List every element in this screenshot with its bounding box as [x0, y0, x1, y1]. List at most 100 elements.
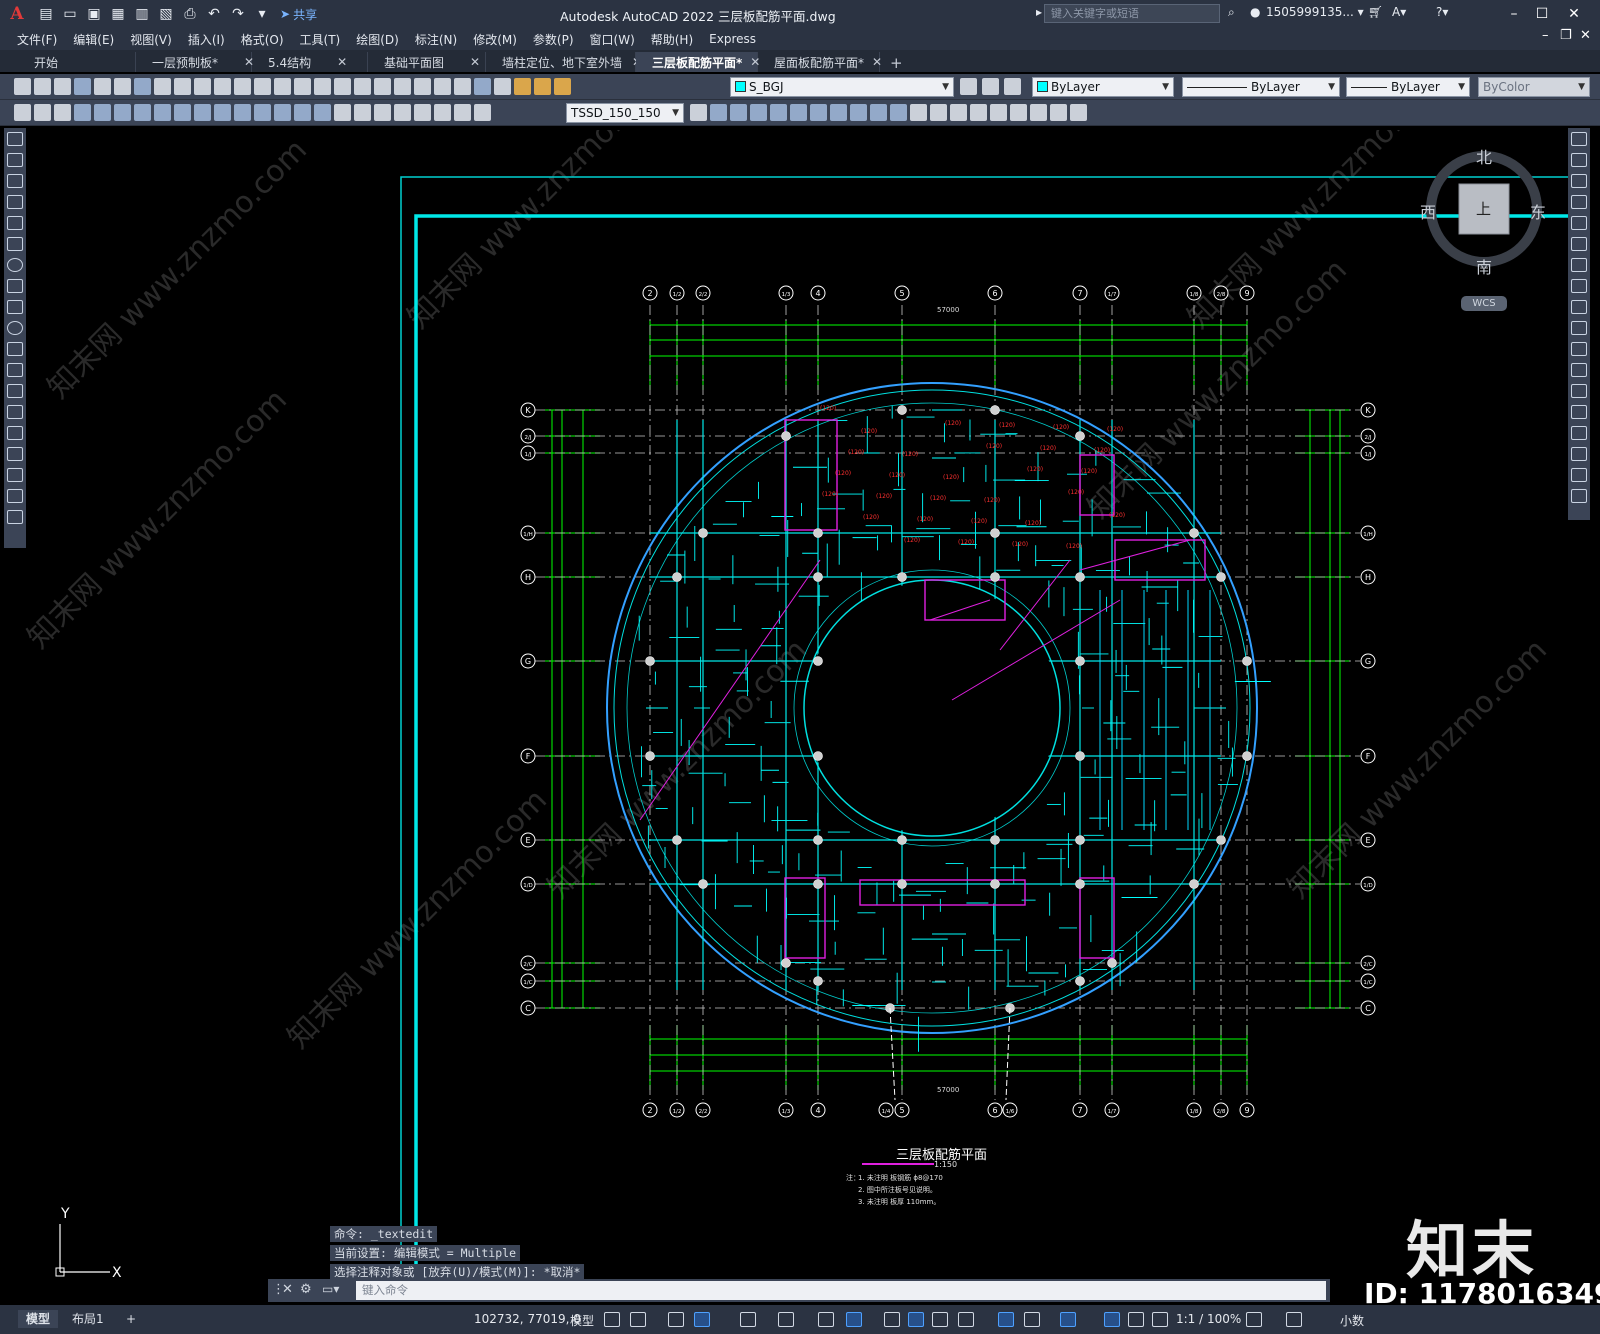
- lineweight-dropdown[interactable]: ByLayer ▼: [1346, 77, 1470, 97]
- isodraft-icon[interactable]: [778, 1312, 794, 1327]
- dim-arc-icon[interactable]: [114, 104, 131, 121]
- ucs-face-icon[interactable]: [1070, 104, 1087, 121]
- command-input[interactable]: 键入命令: [356, 1281, 1326, 1300]
- nw-iso-icon[interactable]: [890, 104, 907, 121]
- viewcube-west[interactable]: 西: [1420, 199, 1436, 223]
- model-space-toggle[interactable]: 模型: [570, 1312, 594, 1329]
- offset-icon[interactable]: [1571, 195, 1587, 209]
- maximize-button[interactable]: ☐: [1530, 3, 1554, 25]
- layer-dropdown[interactable]: S_BGJ ▼: [730, 77, 954, 97]
- menu-view[interactable]: 视图(V): [125, 31, 183, 48]
- ortho-icon[interactable]: [694, 1312, 710, 1327]
- undo-icon[interactable]: ↶: [204, 4, 224, 24]
- camera-icon[interactable]: [910, 104, 927, 121]
- erase-icon[interactable]: [1571, 132, 1587, 146]
- break-icon[interactable]: [1571, 384, 1587, 398]
- region-icon[interactable]: [7, 468, 23, 482]
- quick-dim-icon[interactable]: [234, 104, 251, 121]
- share-button[interactable]: ➤ 共享: [280, 6, 317, 23]
- annotation-monitor-icon[interactable]: [1286, 1312, 1302, 1327]
- dim-continue-icon[interactable]: [274, 104, 291, 121]
- doc-close-button[interactable]: ✕: [1580, 28, 1591, 43]
- autocad-logo-icon[interactable]: A: [0, 0, 34, 28]
- dim-style-icon[interactable]: [690, 104, 707, 121]
- array-icon[interactable]: [1571, 216, 1587, 230]
- close-icon[interactable]: ✕: [282, 1282, 293, 1297]
- dim-radius-icon[interactable]: [154, 104, 171, 121]
- new-tab-icon[interactable]: +: [880, 54, 913, 72]
- dim-break-icon[interactable]: [314, 104, 331, 121]
- ucs-icon[interactable]: [1010, 104, 1027, 121]
- fillet-icon[interactable]: [1571, 447, 1587, 461]
- infer-constraints-icon[interactable]: [668, 1312, 684, 1327]
- minimize-button[interactable]: –: [1502, 3, 1526, 25]
- jogged-linear-icon[interactable]: [394, 104, 411, 121]
- open-icon[interactable]: [34, 78, 51, 95]
- publish-icon[interactable]: ▥: [132, 4, 152, 24]
- ellipse-arc-icon[interactable]: [7, 342, 23, 356]
- cut-icon[interactable]: [154, 78, 171, 95]
- polyline-icon[interactable]: [7, 174, 23, 188]
- match-prop-icon[interactable]: [214, 78, 231, 95]
- dynamic-ucs-icon[interactable]: [998, 1312, 1014, 1327]
- tool-palette-icon[interactable]: [394, 78, 411, 95]
- close-icon[interactable]: ✕: [337, 55, 347, 69]
- break-point-icon[interactable]: [1571, 363, 1587, 377]
- chamfer-icon[interactable]: [1571, 426, 1587, 440]
- visual-style-2d-icon[interactable]: [930, 104, 947, 121]
- tab-layout1[interactable]: 布局1: [64, 1310, 112, 1328]
- add-layout-icon[interactable]: +: [118, 1310, 144, 1328]
- viewcube-north[interactable]: 北: [1476, 144, 1492, 168]
- tolerance-icon[interactable]: [334, 104, 351, 121]
- join-icon[interactable]: [1571, 405, 1587, 419]
- plotstyle-dropdown[interactable]: ByColor ▼: [1478, 77, 1590, 97]
- ucs-world-icon[interactable]: [1030, 104, 1047, 121]
- layer-previous-icon[interactable]: [960, 78, 977, 95]
- viewcube-east[interactable]: 东: [1530, 199, 1546, 223]
- new-file-icon[interactable]: ▤: [36, 4, 56, 24]
- linetype-dropdown[interactable]: ByLayer ▼: [1182, 77, 1340, 97]
- auto-scale-icon[interactable]: [1128, 1312, 1144, 1327]
- export-icon[interactable]: ▧: [156, 4, 176, 24]
- arc-icon[interactable]: [7, 237, 23, 251]
- snap-icon[interactable]: [630, 1312, 646, 1327]
- properties-icon[interactable]: [354, 78, 371, 95]
- line-icon[interactable]: [7, 132, 23, 146]
- annotation-scale-icon[interactable]: [1152, 1312, 1168, 1327]
- publish-icon[interactable]: [114, 78, 131, 95]
- menu-file[interactable]: 文件(F): [12, 31, 68, 48]
- layer-states-icon[interactable]: [1004, 78, 1021, 95]
- save-as-icon[interactable]: ▦: [108, 4, 128, 24]
- insert-block-icon[interactable]: [7, 363, 23, 377]
- left-view-icon[interactable]: [750, 104, 767, 121]
- gradient-icon[interactable]: [7, 447, 23, 461]
- back-view-icon[interactable]: [810, 104, 827, 121]
- dim-edit-icon[interactable]: [414, 104, 431, 121]
- sheet-set-icon[interactable]: [414, 78, 431, 95]
- menu-help[interactable]: 帮助(H): [646, 31, 704, 48]
- web-icon[interactable]: [134, 78, 151, 95]
- customize-qat-icon[interactable]: ▾: [252, 4, 272, 24]
- dim-space-icon[interactable]: [294, 104, 311, 121]
- mtext-icon[interactable]: [7, 510, 23, 524]
- customize-icon[interactable]: ⚙: [300, 1282, 312, 1297]
- rotate-icon[interactable]: [1571, 258, 1587, 272]
- extend-icon[interactable]: [1571, 342, 1587, 356]
- transparency-icon[interactable]: [908, 1312, 924, 1327]
- workspace-gear-icon[interactable]: [1246, 1312, 1262, 1327]
- construction-line-icon[interactable]: [7, 153, 23, 167]
- spline-icon[interactable]: [7, 300, 23, 314]
- layer-match-icon[interactable]: [982, 78, 999, 95]
- center-mark-icon[interactable]: [354, 104, 371, 121]
- ellipse-icon[interactable]: [7, 321, 23, 335]
- save-icon[interactable]: [54, 78, 71, 95]
- layer-freeze-icon[interactable]: [534, 78, 551, 95]
- tab-wall-column[interactable]: 墙柱定位、地下室外墙✕: [486, 52, 642, 72]
- units-selector[interactable]: 小数: [1340, 1312, 1364, 1329]
- hidden-icon[interactable]: [970, 104, 987, 121]
- dim-baseline-icon[interactable]: [254, 104, 271, 121]
- selection-cycling-icon[interactable]: [932, 1312, 948, 1327]
- tab-model[interactable]: 模型: [18, 1310, 59, 1328]
- menu-dimension[interactable]: 标注(N): [410, 31, 468, 48]
- front-view-icon[interactable]: [790, 104, 807, 121]
